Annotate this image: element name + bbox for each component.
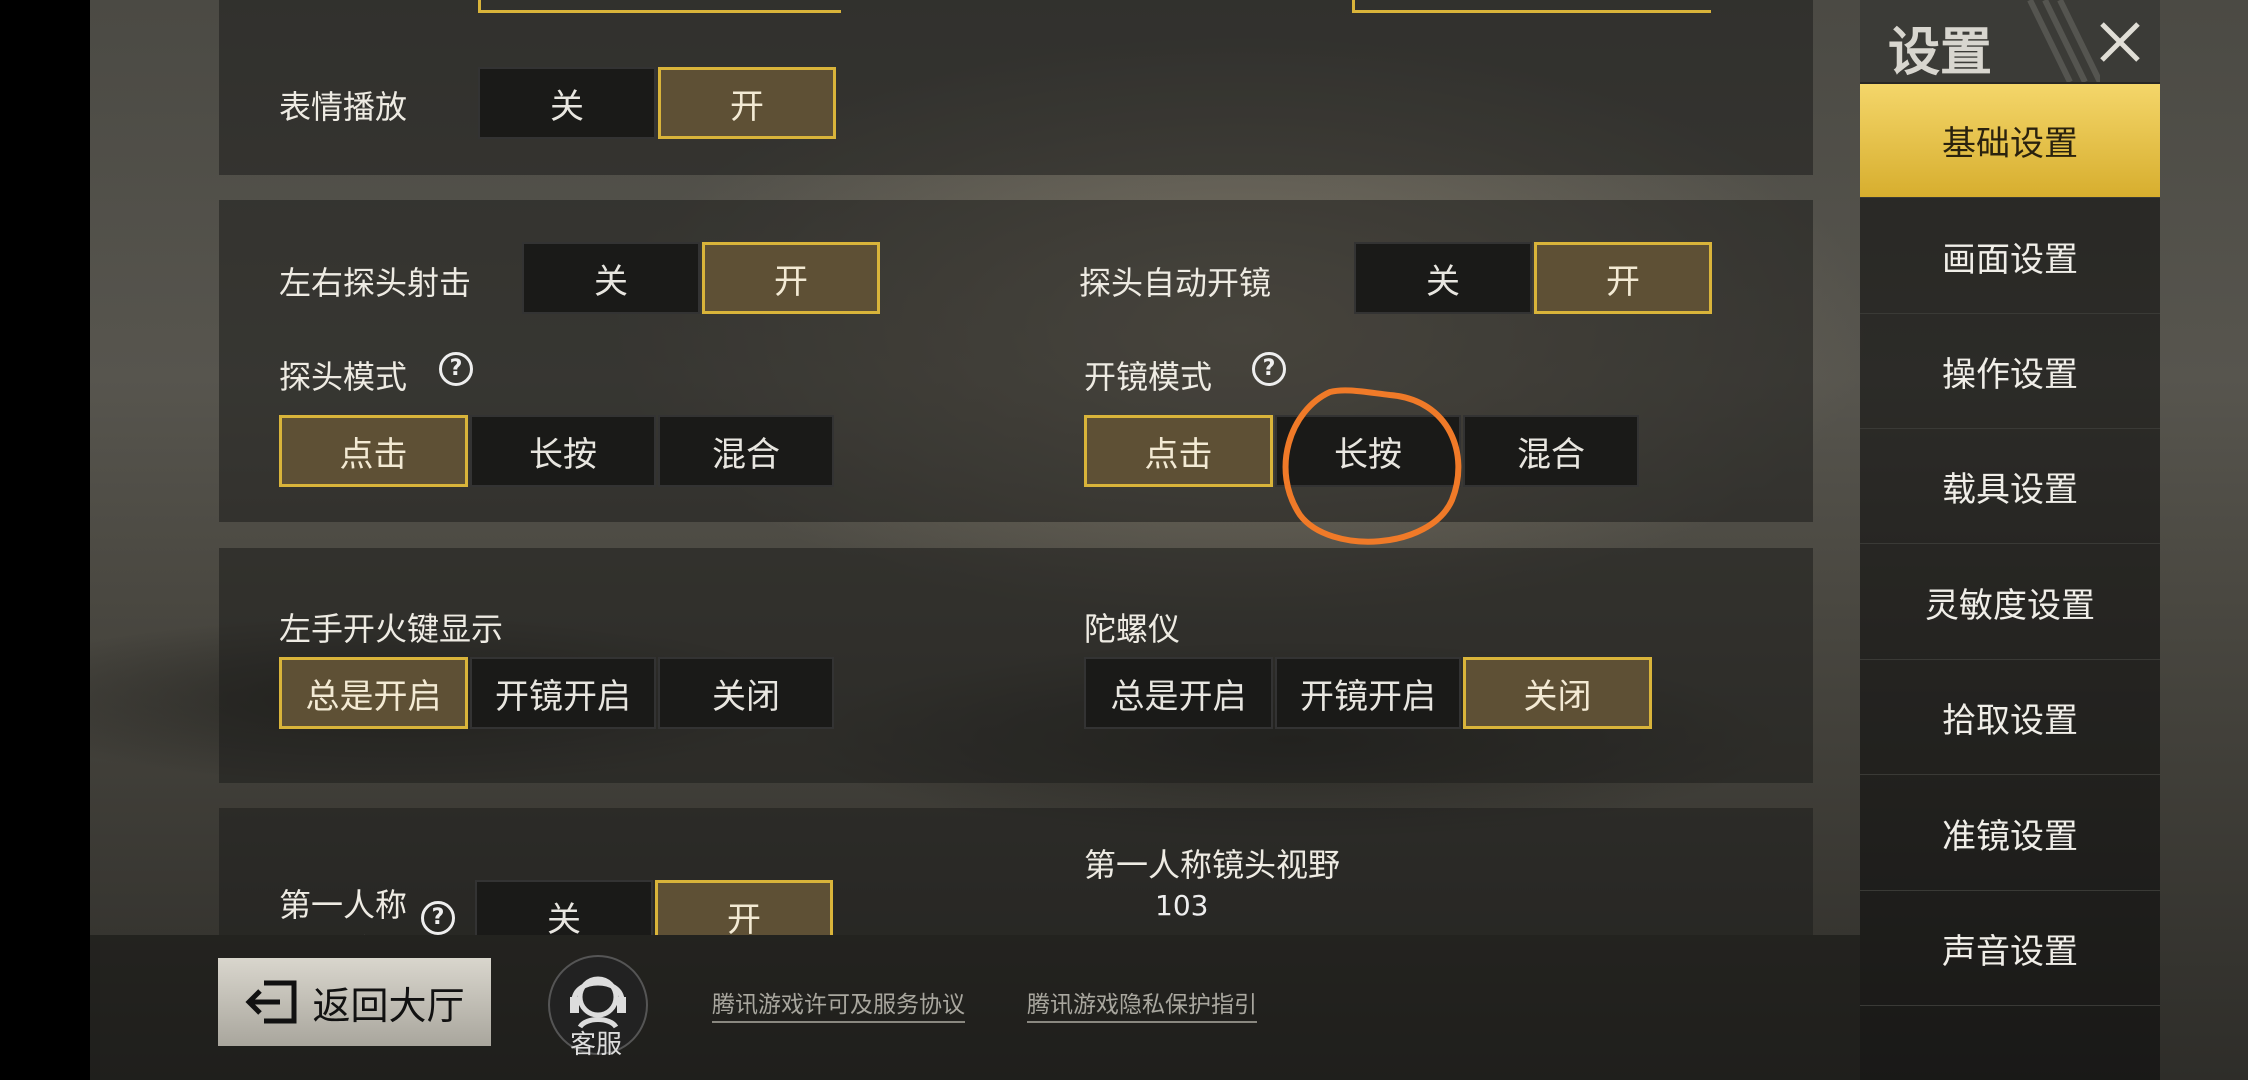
scope-mode-mixed-option[interactable]: 混合 xyxy=(1463,415,1639,487)
fpp-switch-label-line1: 第一人称 xyxy=(279,886,408,924)
gyro-selector: 总是开启 开镜开启 关闭 xyxy=(1084,657,1654,729)
privacy-guide-link[interactable]: 腾讯游戏隐私保护指引 xyxy=(1027,985,1257,1023)
customer-service-label: 客服 xyxy=(570,1030,623,1060)
peek-fire-on-option[interactable]: 开 xyxy=(702,242,880,314)
emote-toggle: 关 开 xyxy=(478,67,838,139)
emote-label: 表情播放 xyxy=(279,88,408,126)
sidebar-item-sensitivity[interactable]: 灵敏度设置 xyxy=(1860,546,2160,660)
back-to-lobby-button[interactable]: 返回大厅 xyxy=(218,958,491,1046)
left-fire-selector: 总是开启 开镜开启 关闭 xyxy=(279,657,836,729)
top-clipped-toggle-right xyxy=(1352,0,1711,13)
exit-arrow-icon xyxy=(245,980,297,1024)
peek-auto-scope-toggle: 关 开 xyxy=(1354,242,1714,314)
peek-fire-off-option[interactable]: 关 xyxy=(522,242,700,314)
peek-fire-toggle: 关 开 xyxy=(522,242,882,314)
gyro-label: 陀螺仪 xyxy=(1084,610,1181,648)
sidebar-item-vehicle[interactable]: 载具设置 xyxy=(1860,430,2160,544)
fpp-fov-label: 第一人称镜头视野 xyxy=(1084,846,1341,884)
annotation-circle xyxy=(1282,387,1462,545)
sidebar-item-pickup[interactable]: 拾取设置 xyxy=(1860,661,2160,775)
peek-mode-mixed-option[interactable]: 混合 xyxy=(658,415,834,487)
settings-panel-top xyxy=(219,0,1813,175)
peek-auto-scope-label: 探头自动开镜 xyxy=(1079,264,1272,302)
fpp-switch-help-icon[interactable]: ? xyxy=(421,901,455,935)
peek-fire-label: 左右探头射击 xyxy=(279,264,472,302)
left-fire-scope-option[interactable]: 开镜开启 xyxy=(470,657,656,729)
top-clipped-toggle-left xyxy=(478,0,841,13)
sidebar-item-sound[interactable]: 声音设置 xyxy=(1860,892,2160,1006)
left-fire-off-option[interactable]: 关闭 xyxy=(658,657,834,729)
sidebar-item-graphics[interactable]: 画面设置 xyxy=(1860,200,2160,314)
sidebar-item-basic[interactable]: 基础设置 xyxy=(1860,84,2160,198)
settings-panel-fpp xyxy=(219,808,1813,935)
fpp-switch-label-line2: 切换按钮 xyxy=(279,926,419,935)
fpp-switch-label: 第一人称 切换按钮 xyxy=(279,880,419,935)
peek-mode-hold-option[interactable]: 长按 xyxy=(470,415,656,487)
emote-on-option[interactable]: 开 xyxy=(658,67,836,139)
settings-title: 设置 xyxy=(1888,23,1993,83)
fpp-switch-clip: 关 开 xyxy=(475,880,845,935)
peek-mode-label: 探头模式 xyxy=(279,358,408,396)
header-stripes xyxy=(2027,0,2100,82)
fpp-switch-toggle: 关 开 xyxy=(475,880,835,935)
fpp-switch-off-option[interactable]: 关 xyxy=(475,880,653,935)
gyro-always-option[interactable]: 总是开启 xyxy=(1084,657,1273,729)
peek-mode-help-icon[interactable]: ? xyxy=(439,352,473,386)
gyro-off-option[interactable]: 关闭 xyxy=(1463,657,1652,729)
fpp-fov-value: 103 xyxy=(1155,889,1209,922)
sidebar-item-controls[interactable]: 操作设置 xyxy=(1860,315,2160,429)
scope-mode-tap-option[interactable]: 点击 xyxy=(1084,415,1273,487)
peek-auto-scope-off-option[interactable]: 关 xyxy=(1354,242,1532,314)
peek-mode-tap-option[interactable]: 点击 xyxy=(279,415,468,487)
left-fire-always-option[interactable]: 总是开启 xyxy=(279,657,468,729)
fpp-switch-on-option[interactable]: 开 xyxy=(655,880,833,935)
back-to-lobby-label: 返回大厅 xyxy=(312,983,465,1028)
emote-off-option[interactable]: 关 xyxy=(478,67,656,139)
sidebar-item-scope[interactable]: 准镜设置 xyxy=(1860,777,2160,891)
scope-mode-label: 开镜模式 xyxy=(1084,358,1213,396)
close-icon[interactable] xyxy=(2090,12,2150,72)
left-fire-label: 左手开火键显示 xyxy=(279,610,504,648)
peek-auto-scope-on-option[interactable]: 开 xyxy=(1534,242,1712,314)
license-agreement-link[interactable]: 腾讯游戏许可及服务协议 xyxy=(712,985,965,1023)
peek-mode-selector: 点击 长按 混合 xyxy=(279,415,836,487)
gyro-scope-option[interactable]: 开镜开启 xyxy=(1275,657,1461,729)
